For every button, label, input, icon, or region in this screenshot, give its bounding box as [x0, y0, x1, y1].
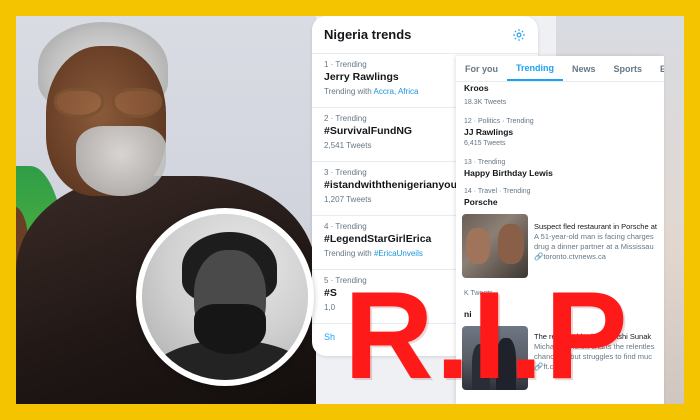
trend-link[interactable]: #EricaUnveils — [374, 249, 423, 258]
trend-link[interactable]: Accra, Africa — [374, 87, 419, 96]
circular-portrait — [136, 208, 314, 386]
trend-meta: 13 · Trending — [464, 159, 506, 166]
collage: Nigeria trends 1 · Trending Jerry Rawlin… — [16, 16, 684, 404]
tab-entertainment[interactable]: Ent — [651, 56, 664, 81]
news-link[interactable]: 🔗toronto.ctvnews.ca — [534, 252, 658, 261]
trends-header: Nigeria trends — [312, 16, 538, 54]
tabs-bar: For you Trending News Sports Ent — [456, 56, 664, 82]
trend-meta: 14 · Travel · Trending — [464, 188, 531, 195]
tab-sports[interactable]: Sports — [605, 56, 652, 81]
tab-news[interactable]: News — [563, 56, 605, 81]
tab-trending[interactable]: Trending — [507, 56, 563, 81]
news-desc: drug a dinner partner at a Mississau — [534, 241, 654, 251]
trend-name: JJ Rawlings — [464, 127, 514, 137]
trend-name: Kroos — [464, 83, 489, 93]
trend-count: 18.3K Tweets — [464, 99, 507, 106]
trend-count: 6,415 Tweets — [464, 140, 506, 147]
trend-item[interactable]: Kroos 18.3K Tweets — [456, 82, 664, 109]
glasses — [54, 88, 164, 120]
rip-overlay-text: R.I.P — [344, 267, 630, 404]
trend-meta: 12 · Politics · Trending — [464, 118, 534, 125]
trend-item[interactable]: 14 · Travel · Trending Porsche — [456, 185, 664, 210]
news-title: Suspect fled restaurant in Porsche at — [534, 222, 657, 231]
trend-name: Happy Birthday Lewis — [464, 168, 553, 178]
gear-icon[interactable] — [512, 28, 526, 42]
tab-for-you[interactable]: For you — [456, 56, 507, 81]
trends-title: Nigeria trends — [324, 27, 412, 42]
link-icon: 🔗 — [534, 252, 544, 262]
trend-name: Porsche — [464, 197, 498, 207]
news-desc: A 51-year-old man is facing charges — [534, 231, 654, 241]
trend-item[interactable]: 12 · Politics · Trending JJ Rawlings 6,4… — [456, 115, 664, 150]
yellow-frame: Nigeria trends 1 · Trending Jerry Rawlin… — [0, 0, 700, 420]
beard — [76, 126, 166, 196]
trend-item[interactable]: 13 · Trending Happy Birthday Lewis — [456, 156, 664, 181]
